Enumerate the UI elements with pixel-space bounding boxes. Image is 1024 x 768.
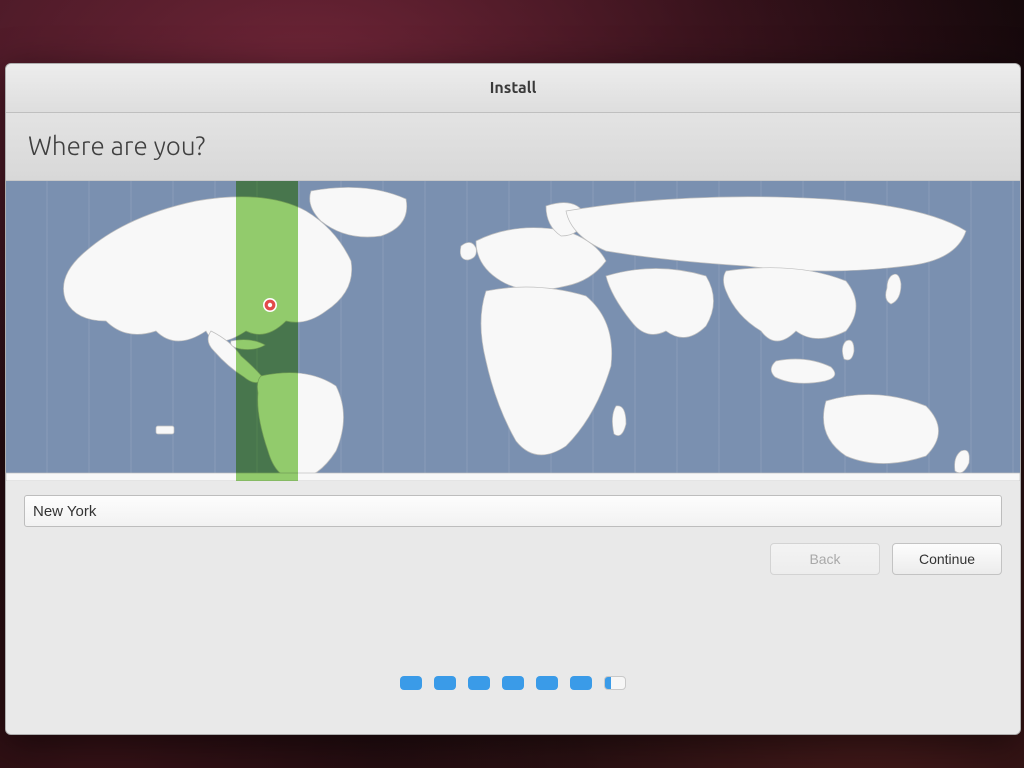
content-area: Where are you? <box>6 113 1020 734</box>
world-map-svg <box>6 181 1020 481</box>
progress-dot <box>400 676 422 690</box>
location-input[interactable] <box>24 495 1002 527</box>
page-heading: Where are you? <box>6 113 1020 181</box>
back-button[interactable]: Back <box>770 543 880 575</box>
titlebar: Install <box>6 64 1020 113</box>
progress-dot <box>434 676 456 690</box>
timezone-map[interactable] <box>6 181 1020 481</box>
progress-dot <box>468 676 490 690</box>
location-row <box>6 481 1020 537</box>
window-title: Install <box>490 79 537 97</box>
progress-dot <box>570 676 592 690</box>
progress-dot <box>536 676 558 690</box>
heading-text: Where are you? <box>28 131 205 160</box>
progress-dot <box>502 676 524 690</box>
continue-button[interactable]: Continue <box>892 543 1002 575</box>
installer-window: Install Where are you? <box>5 63 1021 735</box>
progress-dots <box>6 676 1020 690</box>
progress-dot-current <box>604 676 626 690</box>
nav-buttons-row: Back Continue <box>6 537 1020 575</box>
